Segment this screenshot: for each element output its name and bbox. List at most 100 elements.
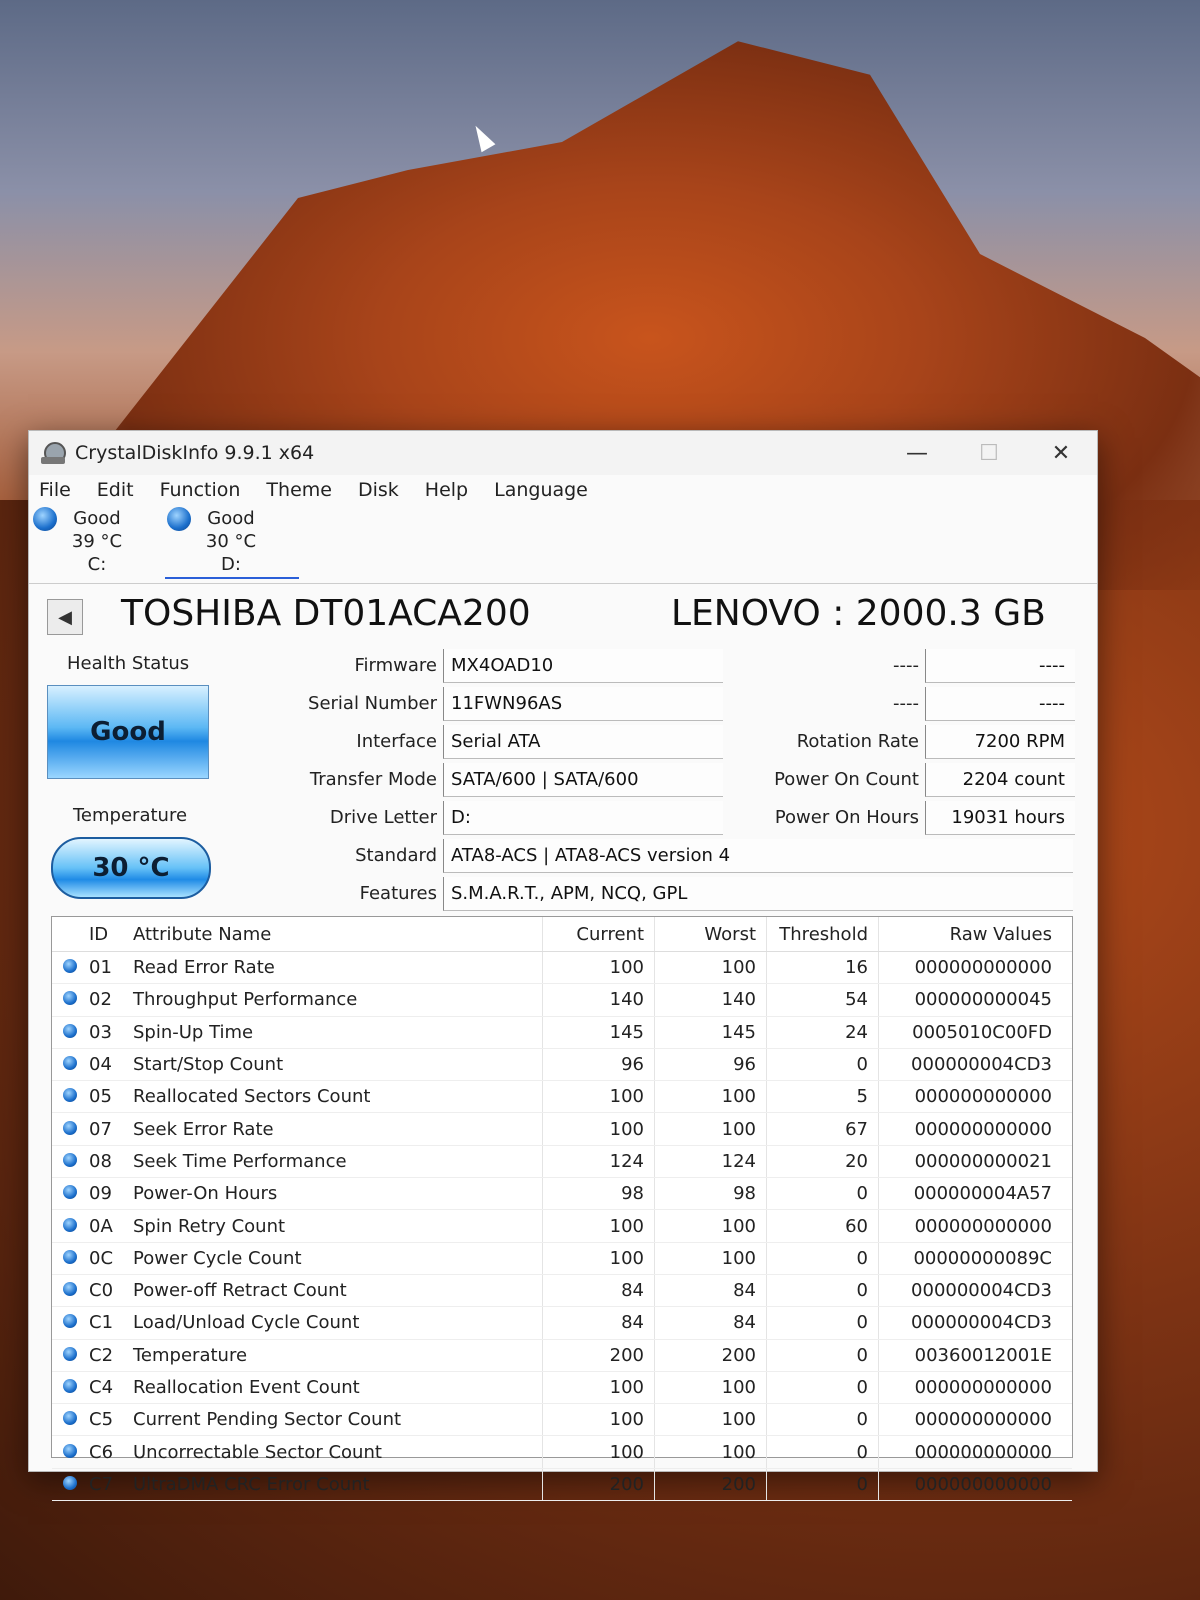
- menu-help[interactable]: Help: [425, 479, 468, 501]
- unknown-value-1: ----: [925, 649, 1075, 683]
- drive-tab-c[interactable]: Good 39 °C C:: [31, 505, 165, 577]
- disk-header: ◀ TOSHIBA DT01ACA200 LENOVO : 2000.3 GB: [43, 591, 1083, 647]
- close-button[interactable]: ✕: [1025, 431, 1097, 475]
- menu-file[interactable]: File: [39, 479, 71, 501]
- table-row[interactable]: 02 Throughput Performance 140 140 54 00000000…: [52, 983, 1072, 1017]
- drive-temp: 30 °C: [205, 531, 257, 552]
- raw-value: 0005010C00FD: [878, 1016, 1072, 1049]
- table-row[interactable]: 04 Start/Stop Count 96 96 0 000000004CD3: [52, 1048, 1072, 1082]
- attribute-name: Power-off Retract Count: [132, 1274, 543, 1308]
- menu-function[interactable]: Function: [160, 479, 241, 501]
- raw-value: 000000000021: [878, 1145, 1072, 1179]
- column-header-attribute-name[interactable]: Attribute Name: [132, 917, 543, 952]
- status-dot-icon: [63, 1475, 77, 1490]
- drive-tab-d[interactable]: Good 30 °C D:: [165, 505, 299, 579]
- health-status-button[interactable]: Good: [47, 685, 209, 779]
- previous-disk-button[interactable]: ◀: [47, 599, 83, 635]
- threshold-value: 0: [766, 1242, 879, 1275]
- table-row[interactable]: C7 UltraDMA CRC Error Count 200 200 0 0000000…: [52, 1468, 1072, 1502]
- table-row[interactable]: 05 Reallocated Sectors Count 100 100 5 000000…: [52, 1080, 1072, 1114]
- standard-value: ATA8-ACS | ATA8-ACS version 4: [443, 839, 1073, 873]
- table-row[interactable]: C5 Current Pending Sector Count 100 100 0 000…: [52, 1403, 1072, 1437]
- threshold-value: 24: [766, 1016, 879, 1049]
- current-value: 100: [542, 1209, 655, 1243]
- status-cell: [52, 1177, 88, 1211]
- current-value: 140: [542, 983, 655, 1017]
- title-bar[interactable]: CrystalDiskInfo 9.9.1 x64 — ☐ ✕: [29, 431, 1097, 475]
- attribute-id: 09: [88, 1177, 132, 1211]
- table-row[interactable]: 09 Power-On Hours 98 98 0 000000004A57: [52, 1177, 1072, 1211]
- table-row[interactable]: 07 Seek Error Rate 100 100 67 000000000000: [52, 1112, 1072, 1146]
- status-cell: [52, 1274, 88, 1308]
- serial-number-label: Serial Number: [308, 693, 437, 714]
- threshold-value: 0: [766, 1339, 879, 1372]
- temperature-button[interactable]: 30 °C: [51, 837, 211, 899]
- minimize-button[interactable]: —: [881, 431, 953, 475]
- status-cell: [52, 1339, 88, 1372]
- table-row[interactable]: 01 Read Error Rate 100 100 16 000000000000: [52, 951, 1072, 985]
- current-value: 96: [542, 1048, 655, 1082]
- features-value: S.M.A.R.T., APM, NCQ, GPL: [443, 877, 1073, 911]
- column-header-id[interactable]: ID: [88, 917, 132, 952]
- current-value: 84: [542, 1274, 655, 1308]
- status-cell: [52, 1016, 88, 1049]
- menu-disk[interactable]: Disk: [358, 479, 399, 501]
- raw-value: 000000000045: [878, 983, 1072, 1017]
- menu-bar: File Edit Function Theme Disk Help Langu…: [29, 475, 1097, 505]
- drive-letter-label: Drive Letter: [329, 807, 437, 828]
- table-row[interactable]: 08 Seek Time Performance 124 124 20 000000000…: [52, 1145, 1072, 1179]
- attribute-name: Temperature: [132, 1339, 543, 1372]
- table-row[interactable]: 0A Spin Retry Count 100 100 60 000000000000: [52, 1209, 1072, 1243]
- unknown-value-2: ----: [925, 687, 1075, 721]
- status-cell: [52, 983, 88, 1017]
- table-row[interactable]: C6 Uncorrectable Sector Count 100 100 0 00000…: [52, 1435, 1072, 1469]
- drive-letter: C:: [87, 554, 107, 575]
- table-row[interactable]: C4 Reallocation Event Count 100 100 0 0000000…: [52, 1371, 1072, 1405]
- column-header-worst[interactable]: Worst: [654, 917, 767, 952]
- smart-attributes-table[interactable]: ID Attribute Name Current Worst Threshol…: [51, 916, 1073, 1502]
- current-value: 84: [542, 1306, 655, 1340]
- health-good-icon: [167, 507, 191, 531]
- maximize-button[interactable]: ☐: [953, 431, 1025, 475]
- raw-value: 00000000089C: [878, 1242, 1072, 1275]
- attribute-name: Reallocated Sectors Count: [132, 1080, 543, 1114]
- attribute-name: Reallocation Event Count: [132, 1371, 543, 1405]
- threshold-value: 0: [766, 1306, 879, 1340]
- worst-value: 100: [654, 1371, 767, 1405]
- menu-theme[interactable]: Theme: [266, 479, 332, 501]
- raw-value: 000000004CD3: [878, 1274, 1072, 1308]
- status-dot-icon: [63, 1023, 77, 1038]
- attribute-id: 01: [88, 951, 132, 985]
- disk-model: TOSHIBA DT01ACA200: [121, 593, 531, 634]
- menu-edit[interactable]: Edit: [97, 479, 134, 501]
- attribute-name: Read Error Rate: [132, 951, 543, 985]
- status-dot-icon: [63, 1346, 77, 1361]
- temperature-label: Temperature: [73, 805, 188, 826]
- table-row[interactable]: 0C Power Cycle Count 100 100 0 00000000089C: [52, 1242, 1072, 1275]
- table-row[interactable]: C1 Load/Unload Cycle Count 84 84 0 000000004C…: [52, 1306, 1072, 1340]
- column-header-raw-values[interactable]: Raw Values: [878, 917, 1072, 952]
- attribute-name: Throughput Performance: [132, 983, 543, 1017]
- threshold-value: 0: [766, 1468, 879, 1502]
- table-row[interactable]: 03 Spin-Up Time 145 145 24 0005010C00FD: [52, 1016, 1072, 1049]
- status-dot-icon: [63, 991, 77, 1006]
- standard-label: Standard: [355, 845, 437, 866]
- menu-language[interactable]: Language: [494, 479, 588, 501]
- status-dot-icon: [63, 1314, 77, 1329]
- column-header-threshold[interactable]: Threshold: [766, 917, 879, 952]
- health-good-icon: [33, 507, 57, 531]
- power-on-count-label: Power On Count: [774, 769, 919, 790]
- status-dot-icon: [63, 1217, 77, 1232]
- column-header-current[interactable]: Current: [542, 917, 655, 952]
- table-row[interactable]: C2 Temperature 200 200 0 00360012001E: [52, 1339, 1072, 1372]
- current-value: 124: [542, 1145, 655, 1179]
- current-value: 100: [542, 1080, 655, 1114]
- drive-temp: 39 °C: [71, 531, 123, 552]
- drive-letter: D:: [221, 554, 241, 575]
- interface-label: Interface: [356, 731, 437, 752]
- disk-capacity: LENOVO : 2000.3 GB: [671, 593, 1046, 634]
- raw-value: 000000000000: [878, 1468, 1072, 1502]
- attribute-id: C4: [88, 1371, 132, 1405]
- table-row[interactable]: C0 Power-off Retract Count 84 84 0 000000004C…: [52, 1274, 1072, 1308]
- attribute-id: 0A: [88, 1209, 132, 1243]
